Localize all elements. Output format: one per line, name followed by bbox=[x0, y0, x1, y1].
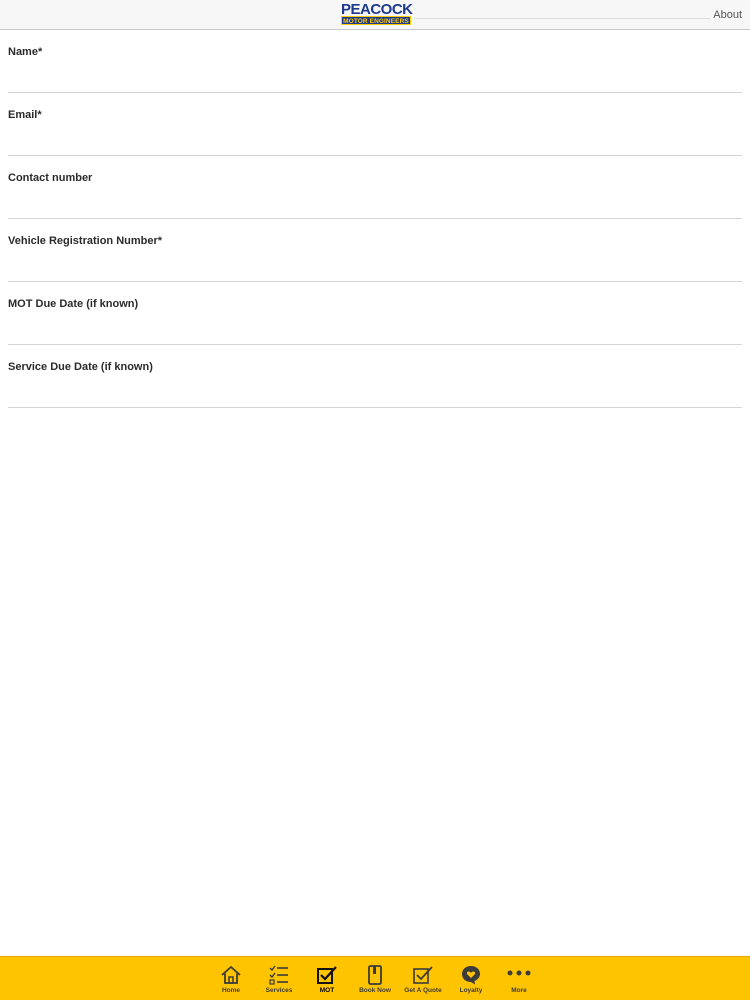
email-field-row: Email* bbox=[8, 93, 742, 156]
header-divider bbox=[414, 18, 710, 19]
tab-services-label: Services bbox=[265, 987, 293, 994]
name-label: Name* bbox=[8, 46, 43, 58]
checkbox-icon bbox=[303, 965, 351, 985]
email-input[interactable] bbox=[8, 125, 742, 151]
contact-form: Name* Email* Contact number Vehicle Regi… bbox=[0, 30, 750, 408]
email-label: Email* bbox=[8, 109, 42, 121]
service-due-date-label: Service Due Date (if known) bbox=[8, 361, 153, 373]
tab-loyalty[interactable]: Loyalty bbox=[447, 961, 495, 999]
peacock-logo: PEACOCK MOTOR ENGINEERS bbox=[341, 1, 413, 25]
tab-home-label: Home bbox=[221, 987, 241, 994]
tab-get-a-quote-label: Get A Quote bbox=[404, 987, 442, 994]
tab-services[interactable]: Services bbox=[255, 961, 303, 999]
service-due-date-input[interactable] bbox=[8, 377, 742, 403]
home-icon bbox=[207, 965, 255, 985]
name-input[interactable] bbox=[8, 62, 742, 88]
bottom-tab-bar: Home Services MOT Book Now Get A Quote L… bbox=[0, 956, 750, 1000]
tab-more[interactable]: More bbox=[495, 961, 543, 999]
tab-home[interactable]: Home bbox=[207, 961, 255, 999]
app-root: PEACOCK MOTOR ENGINEERS About Name* Emai… bbox=[0, 0, 750, 1000]
mot-due-date-input[interactable] bbox=[8, 314, 742, 340]
logo-title: PEACOCK bbox=[341, 1, 413, 18]
more-dots-icon bbox=[495, 965, 543, 985]
contact-number-input[interactable] bbox=[8, 188, 742, 214]
name-field-row: Name* bbox=[8, 30, 742, 93]
tab-book-now[interactable]: Book Now bbox=[351, 961, 399, 999]
tab-loyalty-label: Loyalty bbox=[459, 987, 483, 994]
heart-bubble-icon bbox=[447, 965, 495, 985]
service-due-date-field-row: Service Due Date (if known) bbox=[8, 345, 742, 408]
tab-more-label: More bbox=[511, 987, 527, 994]
tab-get-a-quote[interactable]: Get A Quote bbox=[399, 961, 447, 999]
checkbox-icon bbox=[399, 965, 447, 985]
vehicle-registration-input[interactable] bbox=[8, 251, 742, 277]
top-bar: PEACOCK MOTOR ENGINEERS About bbox=[0, 0, 750, 30]
checklist-icon bbox=[255, 965, 303, 985]
vehicle-registration-field-row: Vehicle Registration Number* bbox=[8, 219, 742, 282]
tab-book-now-label: Book Now bbox=[359, 987, 391, 994]
book-icon bbox=[351, 965, 399, 985]
contact-number-label: Contact number bbox=[8, 172, 93, 184]
tab-mot[interactable]: MOT bbox=[303, 961, 351, 999]
mot-due-date-label: MOT Due Date (if known) bbox=[8, 298, 139, 310]
contact-number-field-row: Contact number bbox=[8, 156, 742, 219]
logo-subtitle: MOTOR ENGINEERS bbox=[341, 16, 411, 25]
vehicle-registration-label: Vehicle Registration Number* bbox=[8, 235, 163, 247]
mot-due-date-field-row: MOT Due Date (if known) bbox=[8, 282, 742, 345]
tab-mot-label: MOT bbox=[319, 987, 335, 994]
about-link[interactable]: About bbox=[713, 9, 742, 21]
